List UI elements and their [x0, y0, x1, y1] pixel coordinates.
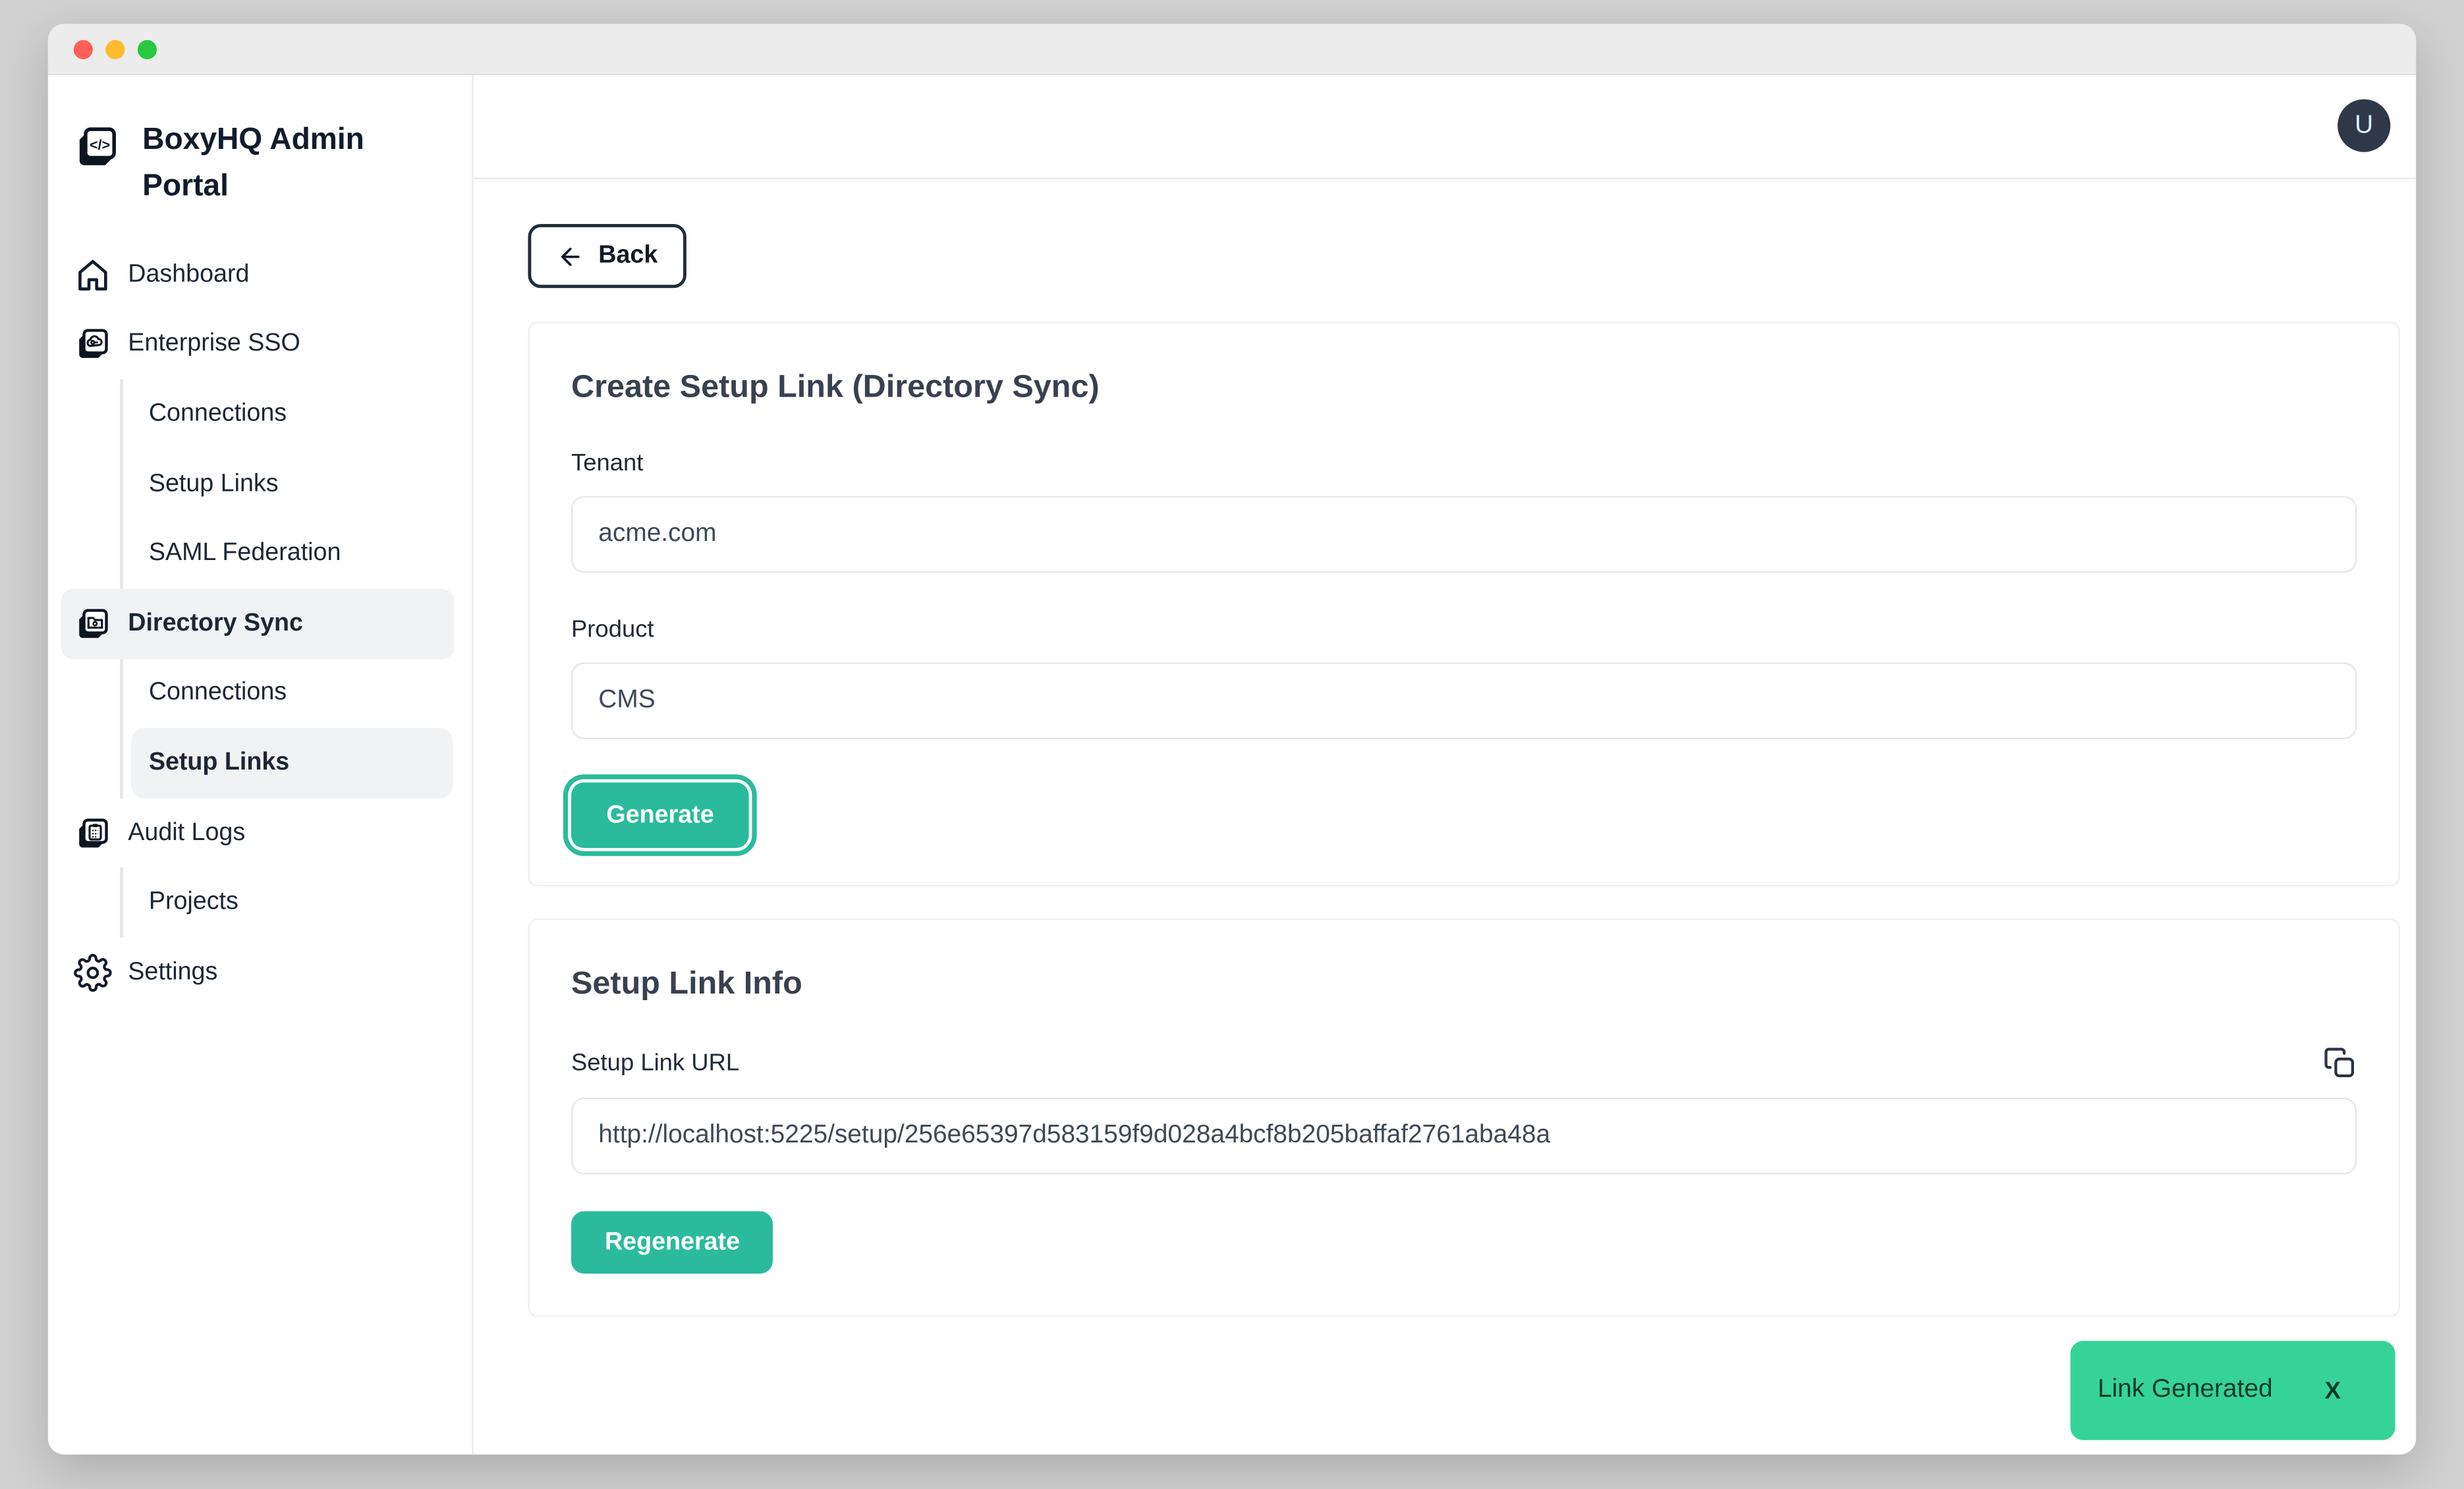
tenant-input[interactable]	[571, 496, 2357, 573]
arrow-left-icon	[557, 242, 584, 269]
sidebar-item-settings[interactable]: Settings	[61, 938, 454, 1007]
copy-icon	[2323, 1046, 2357, 1080]
sidebar-item-label: Enterprise SSO	[128, 330, 300, 359]
minimize-window-button[interactable]	[105, 39, 125, 58]
brand-title: BoxyHQ Admin Portal	[142, 117, 382, 210]
app-window: </> BoxyHQ Admin Portal Dashboard	[48, 24, 2416, 1454]
window-titlebar	[48, 24, 2416, 75]
audit-logs-subgroup: Projects	[120, 868, 472, 938]
toast-close-button[interactable]: X	[2325, 1377, 2341, 1404]
sidebar-item-label: Dashboard	[128, 260, 249, 289]
sidebar-nav: Dashboard Enterprise SSO	[48, 240, 472, 1007]
avatar[interactable]: U	[2338, 99, 2390, 152]
window-controls	[74, 39, 157, 58]
sidebar-item-dashboard[interactable]: Dashboard	[61, 240, 454, 310]
create-setup-link-card: Create Setup Link (Directory Sync) Tenan…	[528, 322, 2399, 886]
setup-link-url-row: Setup Link URL	[571, 1046, 2357, 1080]
setup-link-url-label: Setup Link URL	[571, 1049, 739, 1078]
brand[interactable]: </> BoxyHQ Admin Portal	[74, 117, 447, 210]
sidebar-item-label: Projects	[149, 888, 238, 917]
boxyhq-logo-icon: </>	[74, 123, 122, 171]
sidebar-item-projects[interactable]: Projects	[131, 868, 453, 938]
toast-success: Link Generated X	[2071, 1341, 2395, 1440]
sidebar-item-dsync-connections[interactable]: Connections	[131, 659, 453, 729]
sidebar-item-sso-setup-links[interactable]: Setup Links	[131, 449, 453, 519]
enterprise-sso-subgroup: Connections Setup Links SAML Federation	[120, 379, 472, 589]
sidebar-item-enterprise-sso[interactable]: Enterprise SSO	[61, 310, 454, 379]
gear-icon	[74, 953, 112, 992]
sidebar-item-sso-connections[interactable]: Connections	[131, 379, 453, 449]
sidebar-item-label: Connections	[149, 679, 287, 708]
sidebar-item-label: SAML Federation	[149, 540, 341, 569]
toast-message: Link Generated	[2098, 1376, 2273, 1405]
back-button[interactable]: Back	[528, 224, 686, 288]
sidebar-item-label: Settings	[128, 958, 217, 987]
audit-keycap-icon	[74, 814, 112, 852]
top-header: U	[474, 75, 2416, 179]
desktop: </> BoxyHQ Admin Portal Dashboard	[0, 0, 2464, 1489]
sidebar-item-label: Setup Links	[149, 470, 279, 499]
sidebar-item-label: Setup Links	[149, 748, 289, 777]
setup-link-url-input[interactable]	[571, 1098, 2357, 1175]
directory-keycap-icon	[74, 604, 112, 642]
sidebar-item-label: Audit Logs	[128, 818, 245, 847]
main-area: U Back Create Setup Link (Directory Sy	[474, 75, 2416, 1454]
product-label: Product	[571, 616, 2357, 645]
generate-button[interactable]: Generate	[571, 783, 749, 849]
sso-keycap-icon	[74, 325, 112, 364]
app-body: </> BoxyHQ Admin Portal Dashboard	[48, 75, 2416, 1454]
sidebar-item-label: Directory Sync	[128, 609, 303, 638]
directory-sync-subgroup: Connections Setup Links	[120, 659, 472, 799]
close-window-button[interactable]	[74, 39, 93, 58]
home-icon	[74, 256, 112, 294]
sidebar-item-saml-federation[interactable]: SAML Federation	[131, 519, 453, 589]
sidebar-item-label: Connections	[149, 400, 287, 429]
product-input[interactable]	[571, 662, 2357, 739]
copy-button[interactable]	[2323, 1046, 2357, 1080]
page-content: Back Create Setup Link (Directory Sync) …	[474, 179, 2416, 1317]
back-button-label: Back	[598, 242, 658, 271]
sidebar-item-audit-logs[interactable]: Audit Logs	[61, 798, 454, 868]
svg-text:</>: </>	[90, 136, 110, 153]
setup-link-info-card: Setup Link Info Setup Link URL	[528, 918, 2399, 1317]
zoom-window-button[interactable]	[138, 39, 157, 58]
card-title: Setup Link Info	[571, 963, 2357, 1005]
regenerate-button[interactable]: Regenerate	[571, 1211, 773, 1274]
sidebar-item-dsync-setup-links[interactable]: Setup Links	[131, 728, 453, 798]
sidebar-item-directory-sync[interactable]: Directory Sync	[61, 589, 454, 659]
sidebar: </> BoxyHQ Admin Portal Dashboard	[48, 75, 474, 1454]
tenant-label: Tenant	[571, 449, 2357, 478]
card-title: Create Setup Link (Directory Sync)	[571, 366, 2357, 408]
